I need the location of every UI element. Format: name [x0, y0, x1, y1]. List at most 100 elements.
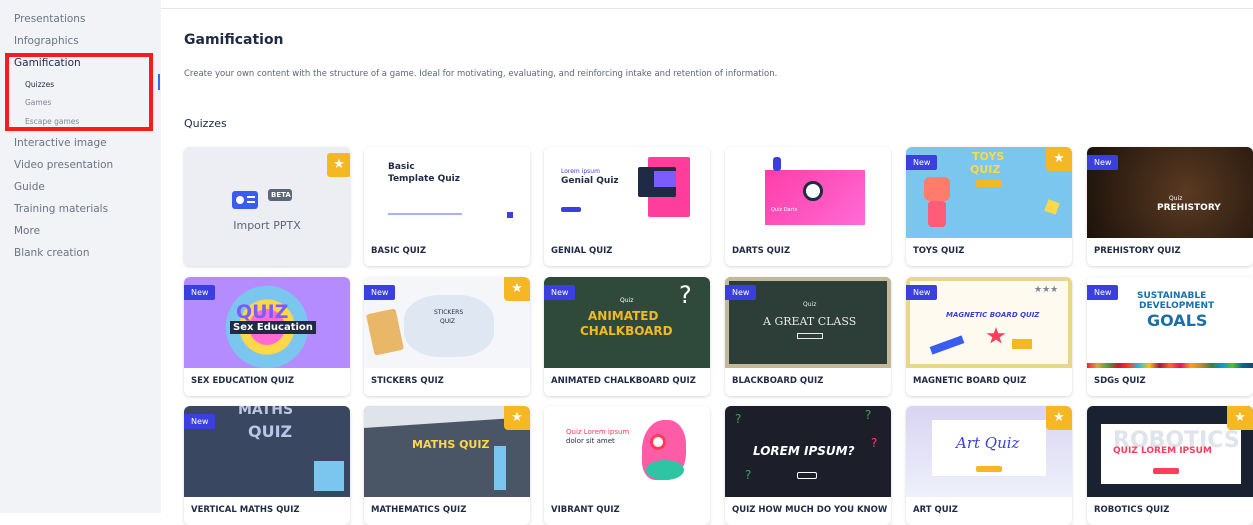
- card-label: STICKERS QUIZ: [371, 376, 444, 386]
- template-card-genial-quiz[interactable]: Lorem ipsum Genial Quiz GENIAL QUIZ: [544, 147, 710, 266]
- thumb-subtitle: Quiz: [1169, 195, 1183, 202]
- card-label: QUIZ HOW MUCH DO YOU KNOW: [732, 505, 888, 515]
- card-label: TOYS QUIZ: [913, 246, 965, 256]
- sidebar-item-more[interactable]: More: [14, 225, 40, 237]
- question-mark: ?: [865, 408, 872, 422]
- sidebar: Presentations Infographics Gamification …: [0, 0, 161, 513]
- thumb-title: Quiz Lorem ipsum: [566, 428, 630, 436]
- card-label: PREHISTORY QUIZ: [1094, 246, 1181, 256]
- new-badge: New: [184, 414, 216, 429]
- thumb-title: LOREM IPSUM?: [753, 444, 855, 458]
- import-pptx-icon: [232, 189, 292, 209]
- question-mark: ?: [871, 436, 878, 450]
- question-mark: ?: [745, 468, 752, 482]
- thumb-title: SUSTAINABLE: [1137, 291, 1207, 301]
- star-icon[interactable]: ★: [1046, 147, 1072, 171]
- new-badge: New: [725, 285, 757, 300]
- thumb-subtitle: QUIZ: [248, 422, 293, 441]
- thumbnail: LOREM IPSUM? ? ? ? ?: [725, 406, 891, 497]
- page-description: Create your own content with the structu…: [184, 69, 778, 79]
- thumbnail: Lorem ipsum Genial Quiz: [544, 147, 710, 238]
- section-title-quizzes: Quizzes: [184, 117, 227, 130]
- star-icon[interactable]: ★: [1227, 406, 1253, 430]
- new-badge: New: [1087, 155, 1119, 170]
- template-card-darts-quiz[interactable]: Quiz Darts DARTS QUIZ: [725, 147, 891, 266]
- new-badge: New: [364, 285, 396, 300]
- thumb-goals: GOALS: [1147, 311, 1208, 330]
- new-badge: New: [906, 155, 938, 170]
- sidebar-item-video-presentation[interactable]: Video presentation: [14, 159, 113, 171]
- page-title: Gamification: [184, 32, 284, 48]
- thumb-subtitle: QUIZ: [970, 163, 1001, 176]
- thumb-title: Art Quiz: [956, 434, 1020, 452]
- template-card-blackboard-quiz[interactable]: Quiz A GREAT CLASS New BLACKBOARD QUIZ: [725, 277, 891, 396]
- import-pptx-card[interactable]: BETA Import PPTX ★: [184, 147, 350, 266]
- thumb-title: MAGNETIC BOARD QUIZ: [946, 311, 1040, 319]
- stars-icon: ★★★: [1034, 285, 1059, 295]
- sidebar-item-infographics[interactable]: Infographics: [14, 35, 79, 47]
- sidebar-item-blank-creation[interactable]: Blank creation: [14, 247, 90, 259]
- thumb-title: Basic: [388, 162, 415, 172]
- question-mark: ?: [735, 412, 742, 426]
- thumb-subtitle: DEVELOPMENT: [1139, 301, 1215, 311]
- thumb-small: Quiz: [803, 301, 817, 308]
- card-label: ART QUIZ: [913, 505, 958, 515]
- sidebar-item-guide[interactable]: Guide: [14, 181, 45, 193]
- template-card-prehistory-quiz[interactable]: Quiz PREHISTORY New PREHISTORY QUIZ: [1087, 147, 1253, 266]
- sidebar-item-interactive-image[interactable]: Interactive image: [14, 137, 107, 149]
- card-label: VIBRANT QUIZ: [551, 505, 620, 515]
- thumb-title: MATHS: [238, 406, 294, 418]
- template-card-vibrant-quiz[interactable]: Quiz Lorem ipsum dolor sit amet VIBRANT …: [544, 406, 710, 525]
- template-card-quiz-how-much-do-you-know[interactable]: LOREM IPSUM? ? ? ? ? QUIZ HOW MUCH DO YO…: [725, 406, 891, 525]
- template-card-art-quiz[interactable]: Art Quiz ★ ART QUIZ: [906, 406, 1072, 525]
- star-icon[interactable]: ★: [327, 153, 350, 177]
- card-label: MATHEMATICS QUIZ: [371, 505, 467, 515]
- thumb-lorem: Lorem ipsum: [561, 168, 600, 175]
- template-card-robotics-quiz[interactable]: ROBOTICS QUIZ LOREM IPSUM ★ ROBOTICS QUI…: [1087, 406, 1253, 525]
- card-label: ANIMATED CHALKBOARD QUIZ: [551, 376, 696, 386]
- beta-badge: BETA: [271, 191, 291, 199]
- thumb-subtitle: QUIZ: [440, 318, 455, 325]
- thumb-small: Quiz: [620, 297, 634, 304]
- template-card-animated-chalkboard-quiz[interactable]: Quiz ANIMATED CHALKBOARD ? New ANIMATED …: [544, 277, 710, 396]
- thumb-subtitle: dolor sit amet: [566, 437, 615, 445]
- star-icon[interactable]: ★: [504, 277, 530, 301]
- thumbnail: Quiz Darts: [725, 147, 891, 238]
- top-divider: [161, 8, 1253, 9]
- card-label: BLACKBOARD QUIZ: [732, 376, 824, 386]
- star-icon[interactable]: ★: [1046, 406, 1072, 430]
- thumb-title: Genial Quiz: [561, 176, 619, 186]
- thumbnail: Basic Template Quiz: [364, 147, 530, 238]
- template-card-magnetic-board-quiz[interactable]: MAGNETIC BOARD QUIZ ★★★ New MAGNETIC BOA…: [906, 277, 1072, 396]
- new-badge: New: [184, 285, 216, 300]
- thumb-subtitle: Template Quiz: [388, 174, 460, 184]
- red-highlight-box: [5, 53, 153, 131]
- thumb-title: QUIZ: [236, 301, 289, 323]
- new-badge: New: [906, 285, 938, 300]
- template-card-sex-education-quiz[interactable]: QUIZ Sex Education New SEX EDUCATION QUI…: [184, 277, 350, 396]
- template-card-stickers-quiz[interactable]: STICKERS QUIZ New ★ STICKERS QUIZ: [364, 277, 530, 396]
- card-label: VERTICAL MATHS QUIZ: [191, 505, 300, 515]
- template-card-toys-quiz[interactable]: TOYS QUIZ New ★ TOYS QUIZ: [906, 147, 1072, 266]
- thumb-title: PREHISTORY: [1157, 203, 1221, 213]
- template-card-vertical-maths-quiz[interactable]: MATHS QUIZ New VERTICAL MATHS QUIZ: [184, 406, 350, 525]
- thumb-subtitle: CHALKBOARD: [580, 324, 673, 338]
- template-card-sdgs-quiz[interactable]: SUSTAINABLE DEVELOPMENT GOALS New SDGs Q…: [1087, 277, 1253, 396]
- template-card-basic-quiz[interactable]: Basic Template Quiz BASIC QUIZ: [364, 147, 530, 266]
- thumb-title: ANIMATED: [588, 309, 659, 323]
- active-indicator: [158, 74, 160, 90]
- thumb-title: STICKERS: [434, 309, 464, 316]
- card-label: DARTS QUIZ: [732, 246, 791, 256]
- thumb-title: QUIZ LOREM IPSUM: [1113, 446, 1212, 456]
- thumb-title: TOYS: [972, 150, 1005, 163]
- thumb-title: A GREAT CLASS: [763, 315, 857, 328]
- sidebar-item-presentations[interactable]: Presentations: [14, 13, 85, 25]
- star-icon[interactable]: ★: [504, 406, 530, 430]
- thumb-title: Quiz Darts: [771, 207, 798, 213]
- import-pptx-label: Import PPTX: [233, 219, 301, 232]
- template-card-mathematics-quiz[interactable]: MATHS QUIZ ★ MATHEMATICS QUIZ: [364, 406, 530, 525]
- sidebar-item-training-materials[interactable]: Training materials: [14, 203, 108, 215]
- card-label: MAGNETIC BOARD QUIZ: [913, 376, 1027, 386]
- thumb-title: MATHS QUIZ: [412, 438, 490, 451]
- new-badge: New: [544, 285, 576, 300]
